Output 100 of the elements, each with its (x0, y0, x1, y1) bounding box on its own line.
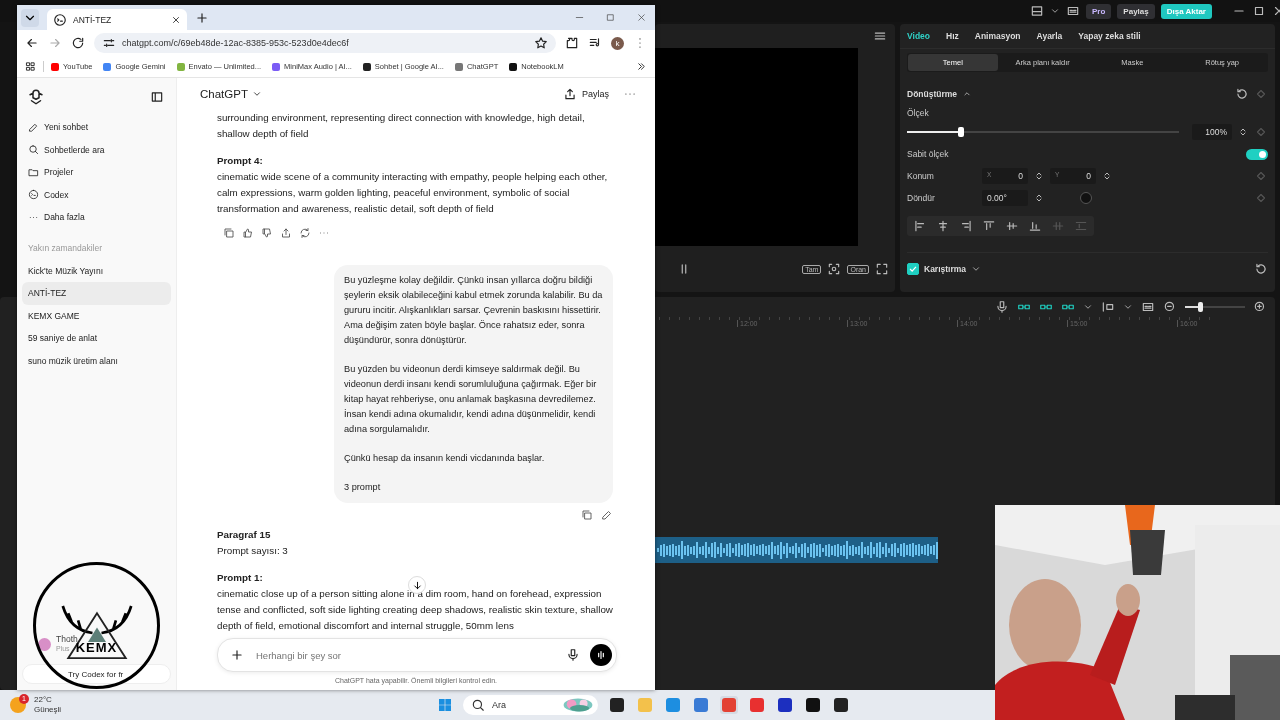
property-tab[interactable]: Animasyon (974, 31, 1021, 41)
microphone-icon[interactable] (995, 300, 1009, 314)
regenerate-icon[interactable] (299, 227, 311, 239)
taskbar-app-icon[interactable] (608, 696, 626, 714)
chat-item[interactable]: Kick'te Müzik Yayını (22, 259, 171, 282)
thumbs-down-icon[interactable] (261, 227, 273, 239)
zoom-in-icon[interactable] (1253, 300, 1267, 314)
temperature: 22°C (34, 695, 53, 705)
thumbs-up-icon[interactable] (242, 227, 254, 239)
zoom-out-icon[interactable] (1163, 300, 1177, 314)
field-label: Döndür (907, 193, 936, 203)
align-icon[interactable] (1028, 219, 1042, 233)
response-text: surrounding environment, representing direct connection with knowledge, high detail, shallow depth of field (217, 111, 586, 141)
sidebar-item[interactable]: Sohbetlerde ara (22, 138, 171, 161)
layout-icon[interactable] (1030, 4, 1044, 18)
property-tab[interactable]: Hız (946, 31, 959, 41)
chat-item[interactable]: KEMX GAME (22, 304, 171, 327)
property-tab[interactable]: Ayarla (1036, 31, 1063, 41)
field-label: Sabit ölçek (907, 149, 949, 159)
toggle-switch[interactable] (1246, 148, 1268, 160)
align-icon[interactable] (913, 219, 927, 233)
tune-icon[interactable] (102, 36, 116, 50)
profile-avatar[interactable]: k (611, 36, 624, 50)
pro-button[interactable]: Pro (1086, 3, 1112, 19)
prompt-heading: Prompt 1: (217, 571, 263, 585)
chevron-down-icon[interactable] (1050, 6, 1060, 16)
model-selector[interactable]: ChatGPT (200, 88, 262, 100)
chat-item[interactable]: suno müzik üretim alanı (22, 349, 171, 372)
chat-item[interactable]: 59 saniye de anlat (22, 327, 171, 350)
sidebar-item[interactable]: Daha fazla (22, 206, 171, 229)
close-icon[interactable] (171, 14, 181, 25)
taskbar-app-icon[interactable] (804, 696, 822, 714)
align-icon[interactable] (936, 219, 950, 233)
more-bookmarks-icon[interactable] (636, 61, 647, 72)
audio-waveform[interactable] (655, 537, 938, 563)
search-field[interactable]: Ara (490, 699, 554, 711)
share-icon[interactable] (280, 227, 292, 239)
address-bar[interactable]: chatgpt.com/c/69eb48de-12ac-8385-953c-523d0e4dec6f (94, 33, 556, 53)
new-tab-icon[interactable] (195, 10, 209, 25)
search-bar[interactable]: Ara (463, 695, 598, 715)
maximize-icon[interactable] (1252, 4, 1266, 18)
message-text: Çünkü hesap da insanın kendi vicdanında başlar. (344, 452, 546, 465)
edit-icon[interactable] (601, 509, 613, 521)
reset-icon[interactable] (1254, 262, 1268, 276)
fullscreen-icon[interactable] (875, 262, 889, 276)
taskbar-app-icon[interactable] (776, 696, 794, 714)
scale-value[interactable]: 100% (1192, 124, 1232, 140)
slider-thumb[interactable] (1198, 302, 1203, 312)
rotation-field[interactable]: 0.00° (982, 190, 1028, 206)
align-icon[interactable] (959, 219, 973, 233)
caption-icon[interactable] (1066, 4, 1080, 18)
apps-icon[interactable] (25, 61, 36, 72)
copy-icon[interactable] (223, 227, 235, 239)
composer-box[interactable]: Herhangi bir şey sor (217, 638, 617, 672)
prompt-heading: Paragraf 15 (217, 528, 271, 542)
share-button[interactable]: Paylaş (563, 87, 609, 101)
sidebar-item[interactable]: Yeni sohbet (22, 116, 171, 139)
align-icon[interactable] (982, 219, 996, 233)
reload-icon[interactable] (71, 36, 85, 50)
split-icon[interactable] (1101, 300, 1115, 314)
arrow-down-icon (411, 579, 423, 591)
property-tab[interactable]: Yapay zeka stili (1078, 31, 1141, 41)
star-icon[interactable] (534, 36, 548, 50)
chevron-down-icon[interactable] (1083, 302, 1093, 312)
caret-down-icon[interactable] (971, 264, 982, 274)
prompt-heading: Prompt 4: (217, 154, 263, 168)
start-icon[interactable] (437, 697, 453, 713)
folder-icon (28, 166, 39, 178)
align-icon[interactable] (1005, 219, 1019, 233)
promo-button[interactable]: Try Codex for fr (22, 664, 171, 684)
caption-icon[interactable] (1141, 300, 1155, 314)
menu-icon[interactable] (873, 29, 887, 43)
weather-icon[interactable] (10, 697, 26, 713)
taskbar-app-icon[interactable] (832, 696, 850, 714)
extensions-icon[interactable] (565, 36, 579, 50)
chevron-down-icon[interactable] (1123, 302, 1133, 312)
media-icon[interactable] (588, 36, 602, 50)
sidebar-toggle-icon[interactable] (150, 90, 164, 104)
user-name: Thoth (56, 634, 78, 644)
sidebar-item[interactable]: Codex (22, 183, 171, 206)
reset-icon[interactable] (1235, 87, 1249, 101)
browser-tab[interactable]: ANTİ-TEZ (47, 9, 187, 30)
chat-item[interactable]: ANTİ-TEZ (22, 282, 171, 305)
message-text: 3 prompt (344, 481, 382, 494)
slider-thumb[interactable] (958, 127, 965, 137)
message-input[interactable]: Herhangi bir şey sor (254, 648, 556, 662)
microphone-icon[interactable] (566, 648, 580, 662)
checkbox[interactable] (907, 263, 919, 275)
user-avatar[interactable] (38, 637, 51, 651)
share-button[interactable]: Paylaş (1117, 3, 1155, 19)
sidebar-item[interactable]: Projeler (22, 161, 171, 184)
plus-icon[interactable] (230, 648, 244, 662)
voice-button[interactable] (590, 644, 612, 666)
chevron-down-icon (251, 89, 262, 99)
copy-icon[interactable] (581, 509, 593, 521)
tab-list-button[interactable] (21, 8, 39, 27)
back-icon[interactable] (25, 36, 39, 50)
property-tab[interactable]: Video (907, 31, 930, 41)
focus-icon[interactable] (827, 262, 842, 276)
section-title: Dönüştürme (907, 89, 958, 99)
